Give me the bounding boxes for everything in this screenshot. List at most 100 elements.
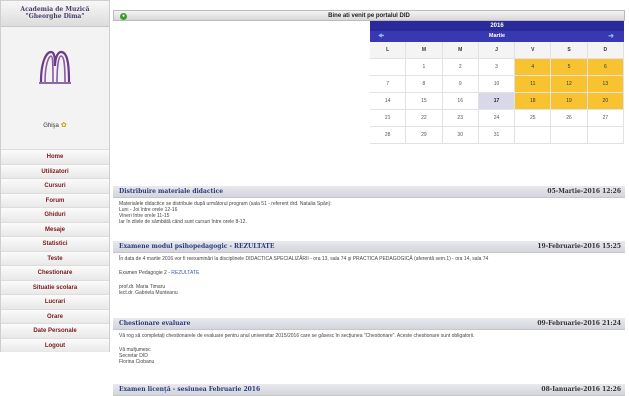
calendar-empty-cell bbox=[587, 127, 624, 144]
calendar-day[interactable]: 7 bbox=[370, 76, 407, 93]
calendar-day[interactable]: 8 bbox=[406, 76, 443, 93]
calendar-day[interactable]: 23 bbox=[442, 110, 479, 127]
post-header: Examen licenţă - sesiunea Februarie 2016… bbox=[113, 384, 625, 396]
calendar-day[interactable]: 16 bbox=[442, 93, 479, 110]
calendar-day[interactable]: 29 bbox=[406, 127, 443, 144]
menu-item-situatie-scolara[interactable]: Situatie scolara bbox=[1, 279, 109, 294]
welcome-title: Bine ati venit pe portalul DID bbox=[328, 13, 410, 19]
leaf-icon: ✿ bbox=[60, 122, 67, 129]
calendar-day[interactable]: 15 bbox=[406, 93, 443, 110]
calendar-day[interactable]: 2 bbox=[442, 59, 479, 76]
menu-item-mesaje[interactable]: Mesaje bbox=[1, 221, 109, 236]
post-text: Iar în zilele de sâmbătă când sunt cursu… bbox=[119, 219, 247, 225]
menu-item-statistici[interactable]: Statistici bbox=[1, 236, 109, 251]
weekday-label: V bbox=[515, 42, 552, 59]
signature-line: Florina Ciobanu bbox=[119, 359, 155, 365]
calendar-day[interactable]: 27 bbox=[587, 110, 624, 127]
weekday-label: L bbox=[370, 42, 407, 59]
institution-title: Academia de Muzică "Gheorghe Dima" bbox=[1, 1, 109, 27]
menu-item-logout[interactable]: Logout bbox=[1, 337, 109, 352]
news-post: Distribuire materiale didactice 05-Marti… bbox=[113, 186, 625, 228]
menu-item-forum[interactable]: Forum bbox=[1, 192, 109, 207]
menu-item-teste[interactable]: Teste bbox=[1, 250, 109, 265]
logo-icon bbox=[39, 50, 71, 84]
calendar-day[interactable]: 5 bbox=[551, 59, 588, 76]
calendar-week: 7 8 9 10 11 12 13 bbox=[370, 76, 624, 93]
calendar-empty-cell bbox=[370, 59, 407, 76]
news-post: Examene modul psihopedagogic - REZULTATE… bbox=[113, 241, 625, 303]
post-header: Distribuire materiale didactice 05-Marti… bbox=[113, 186, 625, 198]
post-text: Vă rog să completaţi chestionarele de ev… bbox=[119, 333, 475, 339]
calendar-week: 28 29 30 31 bbox=[370, 127, 624, 144]
post-date: 05-Martie-2016 12:26 bbox=[547, 188, 621, 195]
institution-subtitle: "Gheorghe Dima" bbox=[25, 13, 85, 20]
post-date: 19-Februarie-2016 15:25 bbox=[537, 243, 621, 250]
menu-item-chestionare[interactable]: Chestionare bbox=[1, 265, 109, 280]
post-header: Examene modul psihopedagogic - REZULTATE… bbox=[113, 241, 625, 253]
post-signature: prof.dr. Maria Timaru lect.dr. Gabriela … bbox=[119, 284, 619, 296]
weekday-label: M bbox=[406, 42, 443, 59]
menu-item-lucrari[interactable]: Lucrari bbox=[1, 294, 109, 309]
weekday-label: D bbox=[587, 42, 624, 59]
calendar-day[interactable]: 18 bbox=[515, 93, 552, 110]
post-title[interactable]: Chestionare evaluare bbox=[119, 320, 190, 327]
menu-item-cursuri[interactable]: Cursuri bbox=[1, 178, 109, 193]
post-title[interactable]: Examene modul psihopedagogic - REZULTATE bbox=[119, 243, 274, 250]
calendar-day[interactable]: 14 bbox=[370, 93, 407, 110]
post-date: 08-Ianuarie-2016 12:26 bbox=[541, 386, 621, 393]
calendar-day[interactable]: 13 bbox=[587, 76, 624, 93]
calendar-day[interactable]: 26 bbox=[551, 110, 588, 127]
weekday-label: J bbox=[478, 42, 516, 59]
signature-line: lect.dr. Gabriela Munteanu bbox=[119, 290, 178, 296]
calendar-day[interactable]: 24 bbox=[478, 110, 516, 127]
next-month-icon[interactable]: ➜ bbox=[608, 31, 614, 42]
calendar-day[interactable]: 4 bbox=[515, 59, 552, 76]
post-title[interactable]: Examen licenţă - sesiunea Februarie 2016 bbox=[119, 386, 260, 393]
calendar-day[interactable]: 6 bbox=[587, 59, 624, 76]
menu-item-orare[interactable]: Orare bbox=[1, 308, 109, 323]
calendar-week: 14 15 16 17 18 19 20 bbox=[370, 93, 624, 110]
calendar-week: 21 22 23 24 25 26 27 bbox=[370, 110, 624, 127]
news-post: Examen licenţă - sesiunea Februarie 2016… bbox=[113, 384, 625, 396]
calendar-day[interactable]: 25 bbox=[515, 110, 552, 127]
prev-month-icon[interactable]: 🠜 bbox=[378, 31, 384, 42]
calendar-month-bar: 🠜 Martie ➜ bbox=[370, 31, 624, 42]
calendar-day[interactable]: 17 bbox=[478, 93, 516, 110]
main-content: ● Bine ati venit pe portalul DID 2016 🠜 … bbox=[113, 10, 625, 396]
calendar: 2016 🠜 Martie ➜ L M M J V S D 1 2 3 4 5 6 7 8 9 10 11 12 13… bbox=[370, 21, 624, 144]
post-text: În data de 4 martie 2016 vor fi reexamin… bbox=[119, 256, 489, 262]
calendar-day[interactable]: 3 bbox=[478, 59, 516, 76]
calendar-day[interactable]: 21 bbox=[370, 110, 407, 127]
calendar-day[interactable]: 20 bbox=[587, 93, 624, 110]
post-title[interactable]: Distribuire materiale didactice bbox=[119, 188, 223, 195]
calendar-day[interactable]: 10 bbox=[478, 76, 516, 93]
calendar-empty-cell bbox=[515, 127, 552, 144]
results-link[interactable]: REZULTATE bbox=[171, 270, 199, 276]
weekday-label: M bbox=[442, 42, 479, 59]
menu-item-utilizatori[interactable]: Utilizatori bbox=[1, 163, 109, 178]
calendar-day[interactable]: 30 bbox=[442, 127, 479, 144]
post-date: 09-Februarie-2016 21:24 bbox=[537, 320, 621, 327]
calendar-day[interactable]: 31 bbox=[478, 127, 516, 144]
logo bbox=[1, 27, 109, 109]
weekday-label: S bbox=[551, 42, 588, 59]
menu-item-date-personale[interactable]: Date Personale bbox=[1, 323, 109, 338]
calendar-day[interactable]: 11 bbox=[515, 76, 552, 93]
post-header: Chestionare evaluare 09-Februarie-2016 2… bbox=[113, 318, 625, 330]
calendar-grid: L M M J V S D 1 2 3 4 5 6 7 8 9 10 11 12 13 14 15 16 17 18 19 20 21… bbox=[370, 42, 624, 144]
menu-item-ghiduri[interactable]: Ghiduri bbox=[1, 207, 109, 222]
menu-item-home[interactable]: Home bbox=[1, 149, 109, 164]
news-post: Chestionare evaluare 09-Februarie-2016 2… bbox=[113, 318, 625, 372]
post-body: În data de 4 martie 2016 vor fi reexamin… bbox=[113, 253, 625, 303]
calendar-day[interactable]: 22 bbox=[406, 110, 443, 127]
post-signature: Vă mulţumesc Secretar DID Florina Cioban… bbox=[119, 347, 619, 365]
calendar-month: Martie bbox=[488, 33, 506, 39]
calendar-day[interactable]: 12 bbox=[551, 76, 588, 93]
status-icon: ● bbox=[120, 13, 127, 20]
calendar-day[interactable]: 19 bbox=[551, 93, 588, 110]
post-body: Materialele didactice se distribuie după… bbox=[113, 198, 625, 228]
calendar-day[interactable]: 9 bbox=[442, 76, 479, 93]
calendar-day[interactable]: 28 bbox=[370, 127, 407, 144]
calendar-day[interactable]: 1 bbox=[406, 59, 443, 76]
user-info: Ghişa ✿ bbox=[1, 109, 109, 149]
